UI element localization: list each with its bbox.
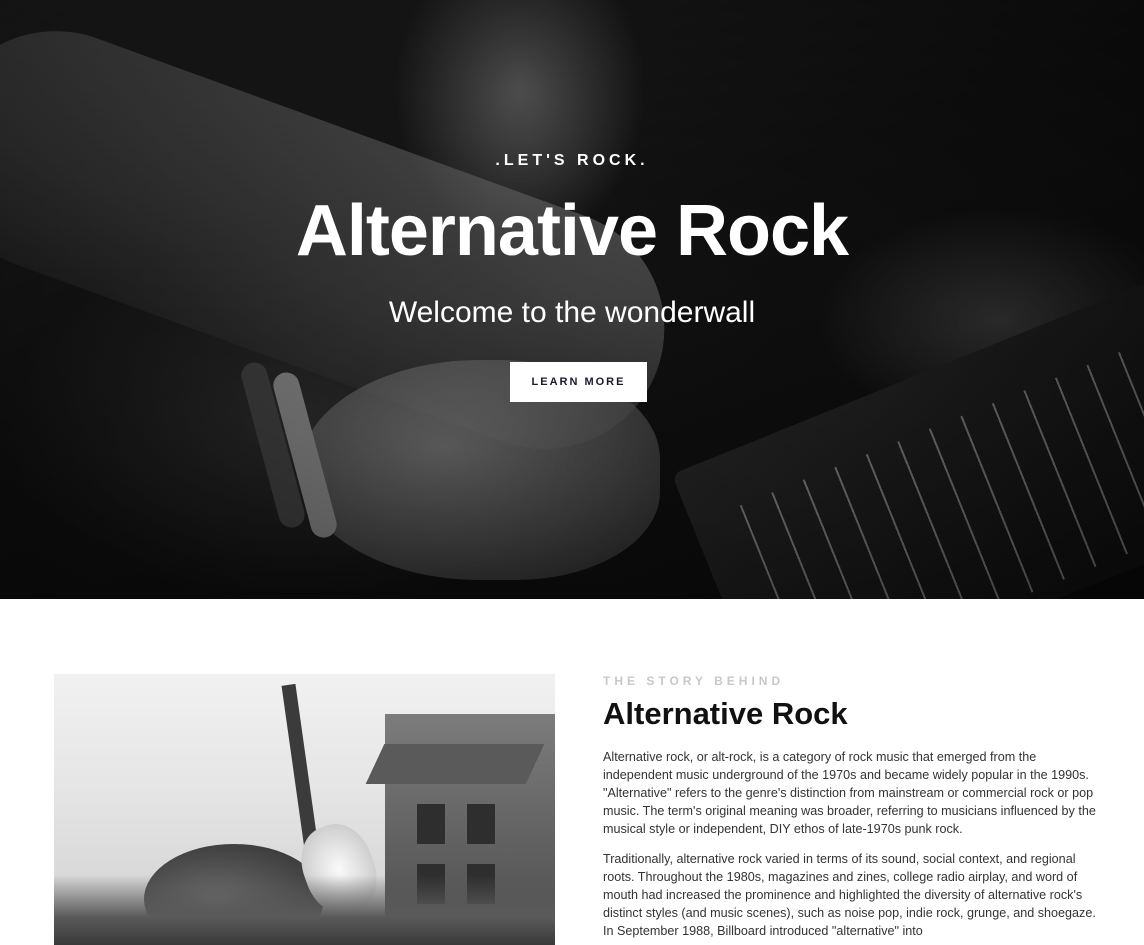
hero-subtitle: Welcome to the wonderwall <box>388 296 756 329</box>
hero-eyebrow: .LET'S ROCK. <box>495 152 649 169</box>
story-paragraph: Traditionally, alternative rock varied i… <box>603 852 1096 938</box>
story-image-window <box>417 804 445 844</box>
story-image <box>54 674 555 945</box>
story-paragraph: Alternative rock, or alt-rock, is a cate… <box>603 750 1096 836</box>
hero-content: .LET'S ROCK. Alternative Rock Welcome to… <box>0 0 1144 599</box>
story-image-roof <box>365 744 545 784</box>
story-image-window <box>467 804 495 844</box>
story-image-crowd <box>54 875 555 945</box>
hero-title: Alternative Rock <box>295 191 849 271</box>
learn-more-button[interactable]: LEARN MORE <box>510 362 647 402</box>
story-text: THE STORY BEHIND Alternative Rock Altern… <box>603 674 1103 940</box>
story-title: Alternative Rock <box>603 696 848 731</box>
story-eyebrow: THE STORY BEHIND <box>603 674 785 688</box>
story-section: THE STORY BEHIND Alternative Rock Altern… <box>0 599 1144 945</box>
hero-section: .LET'S ROCK. Alternative Rock Welcome to… <box>0 0 1144 599</box>
